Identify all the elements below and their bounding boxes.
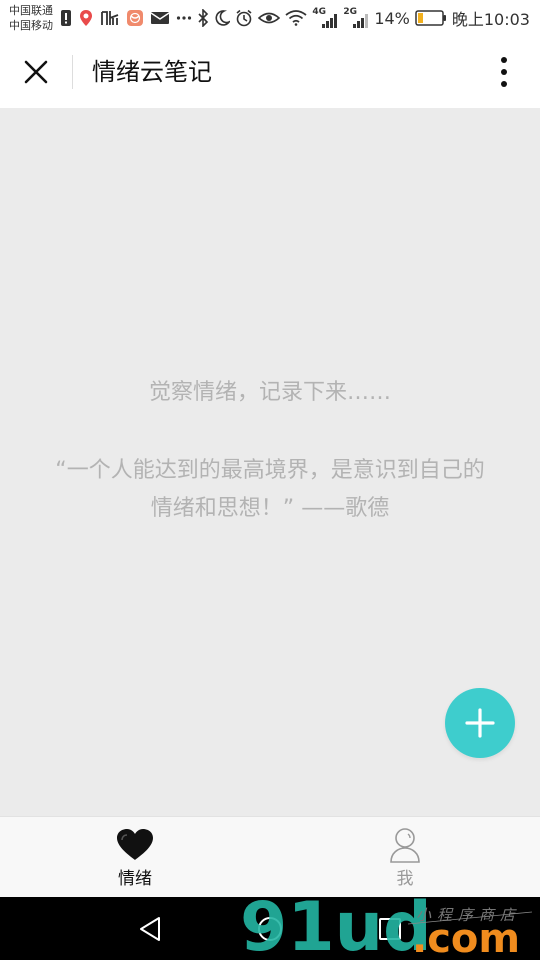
more-notifications-icon (176, 15, 192, 21)
add-note-button[interactable] (445, 688, 515, 758)
quote-line-2: 情绪和思想！” ——歌德 (150, 496, 390, 521)
battery-icon (415, 10, 447, 26)
person-icon (385, 827, 425, 863)
empty-state-quote: “一个人能达到的最高境界，是意识到自己的 情绪和思想！” ——歌德 (40, 452, 500, 528)
clock: 晚上10:03 (451, 10, 530, 29)
close-button[interactable] (18, 54, 54, 90)
battery-percent: 14% (374, 8, 410, 28)
signal-2g-icon: 2G (343, 8, 369, 28)
main-content: 觉察情绪，记录下来…… “一个人能达到的最高境界，是意识到自己的 情绪和思想！”… (0, 108, 540, 816)
carrier-1: 中国联通 (9, 4, 53, 17)
tab-emotions-label: 情绪 (118, 869, 152, 889)
carrier-labels: 中国联通 中国移动 (9, 3, 53, 33)
envelope-icon (150, 10, 170, 26)
nav-recents-button[interactable] (374, 913, 406, 945)
alert-icon (60, 9, 72, 27)
tab-me-label: 我 (396, 869, 414, 889)
bluetooth-icon (197, 9, 209, 27)
recents-square-icon (379, 918, 401, 940)
mail-app-icon (126, 9, 144, 27)
system-nav-bar (0, 897, 540, 960)
close-icon (24, 60, 48, 84)
status-bar: 中国联通 中国移动 4G 2G 14% 晚上10:03 (0, 0, 540, 36)
empty-state-slogan: 觉察情绪，记录下来…… (148, 380, 391, 405)
title-divider (72, 55, 73, 89)
home-circle-icon (258, 917, 282, 941)
tab-emotions[interactable]: 情绪 (0, 817, 270, 897)
nav-back-button[interactable] (134, 913, 166, 945)
bottom-tab-bar: 情绪 我 (0, 816, 540, 897)
plus-icon (465, 708, 495, 738)
ting-icon (100, 9, 120, 27)
back-triangle-icon (140, 917, 160, 941)
more-menu-button[interactable] (486, 54, 522, 90)
page-title: 情绪云笔记 (92, 58, 212, 86)
title-bar: 情绪云笔记 (0, 36, 540, 108)
moon-icon (214, 9, 231, 27)
carrier-2: 中国移动 (9, 19, 53, 32)
screen: 中国联通 中国移动 4G 2G 14% 晚上10:03 情绪云笔记 觉察情绪，记… (0, 0, 540, 960)
nav-home-button[interactable] (254, 913, 286, 945)
system-status: 4G 2G 14% 晚上10:03 (197, 6, 530, 30)
heart-icon (115, 827, 155, 863)
tab-me[interactable]: 我 (270, 817, 540, 897)
eye-icon (258, 10, 281, 26)
signal-4g-icon: 4G (312, 8, 338, 28)
more-vertical-icon (501, 57, 507, 87)
notification-icons (60, 8, 192, 28)
wifi-icon (285, 10, 307, 26)
quote-line-1: “一个人能达到的最高境界，是意识到自己的 (55, 458, 485, 483)
alarm-icon (235, 9, 253, 27)
maps-icon (78, 9, 94, 27)
